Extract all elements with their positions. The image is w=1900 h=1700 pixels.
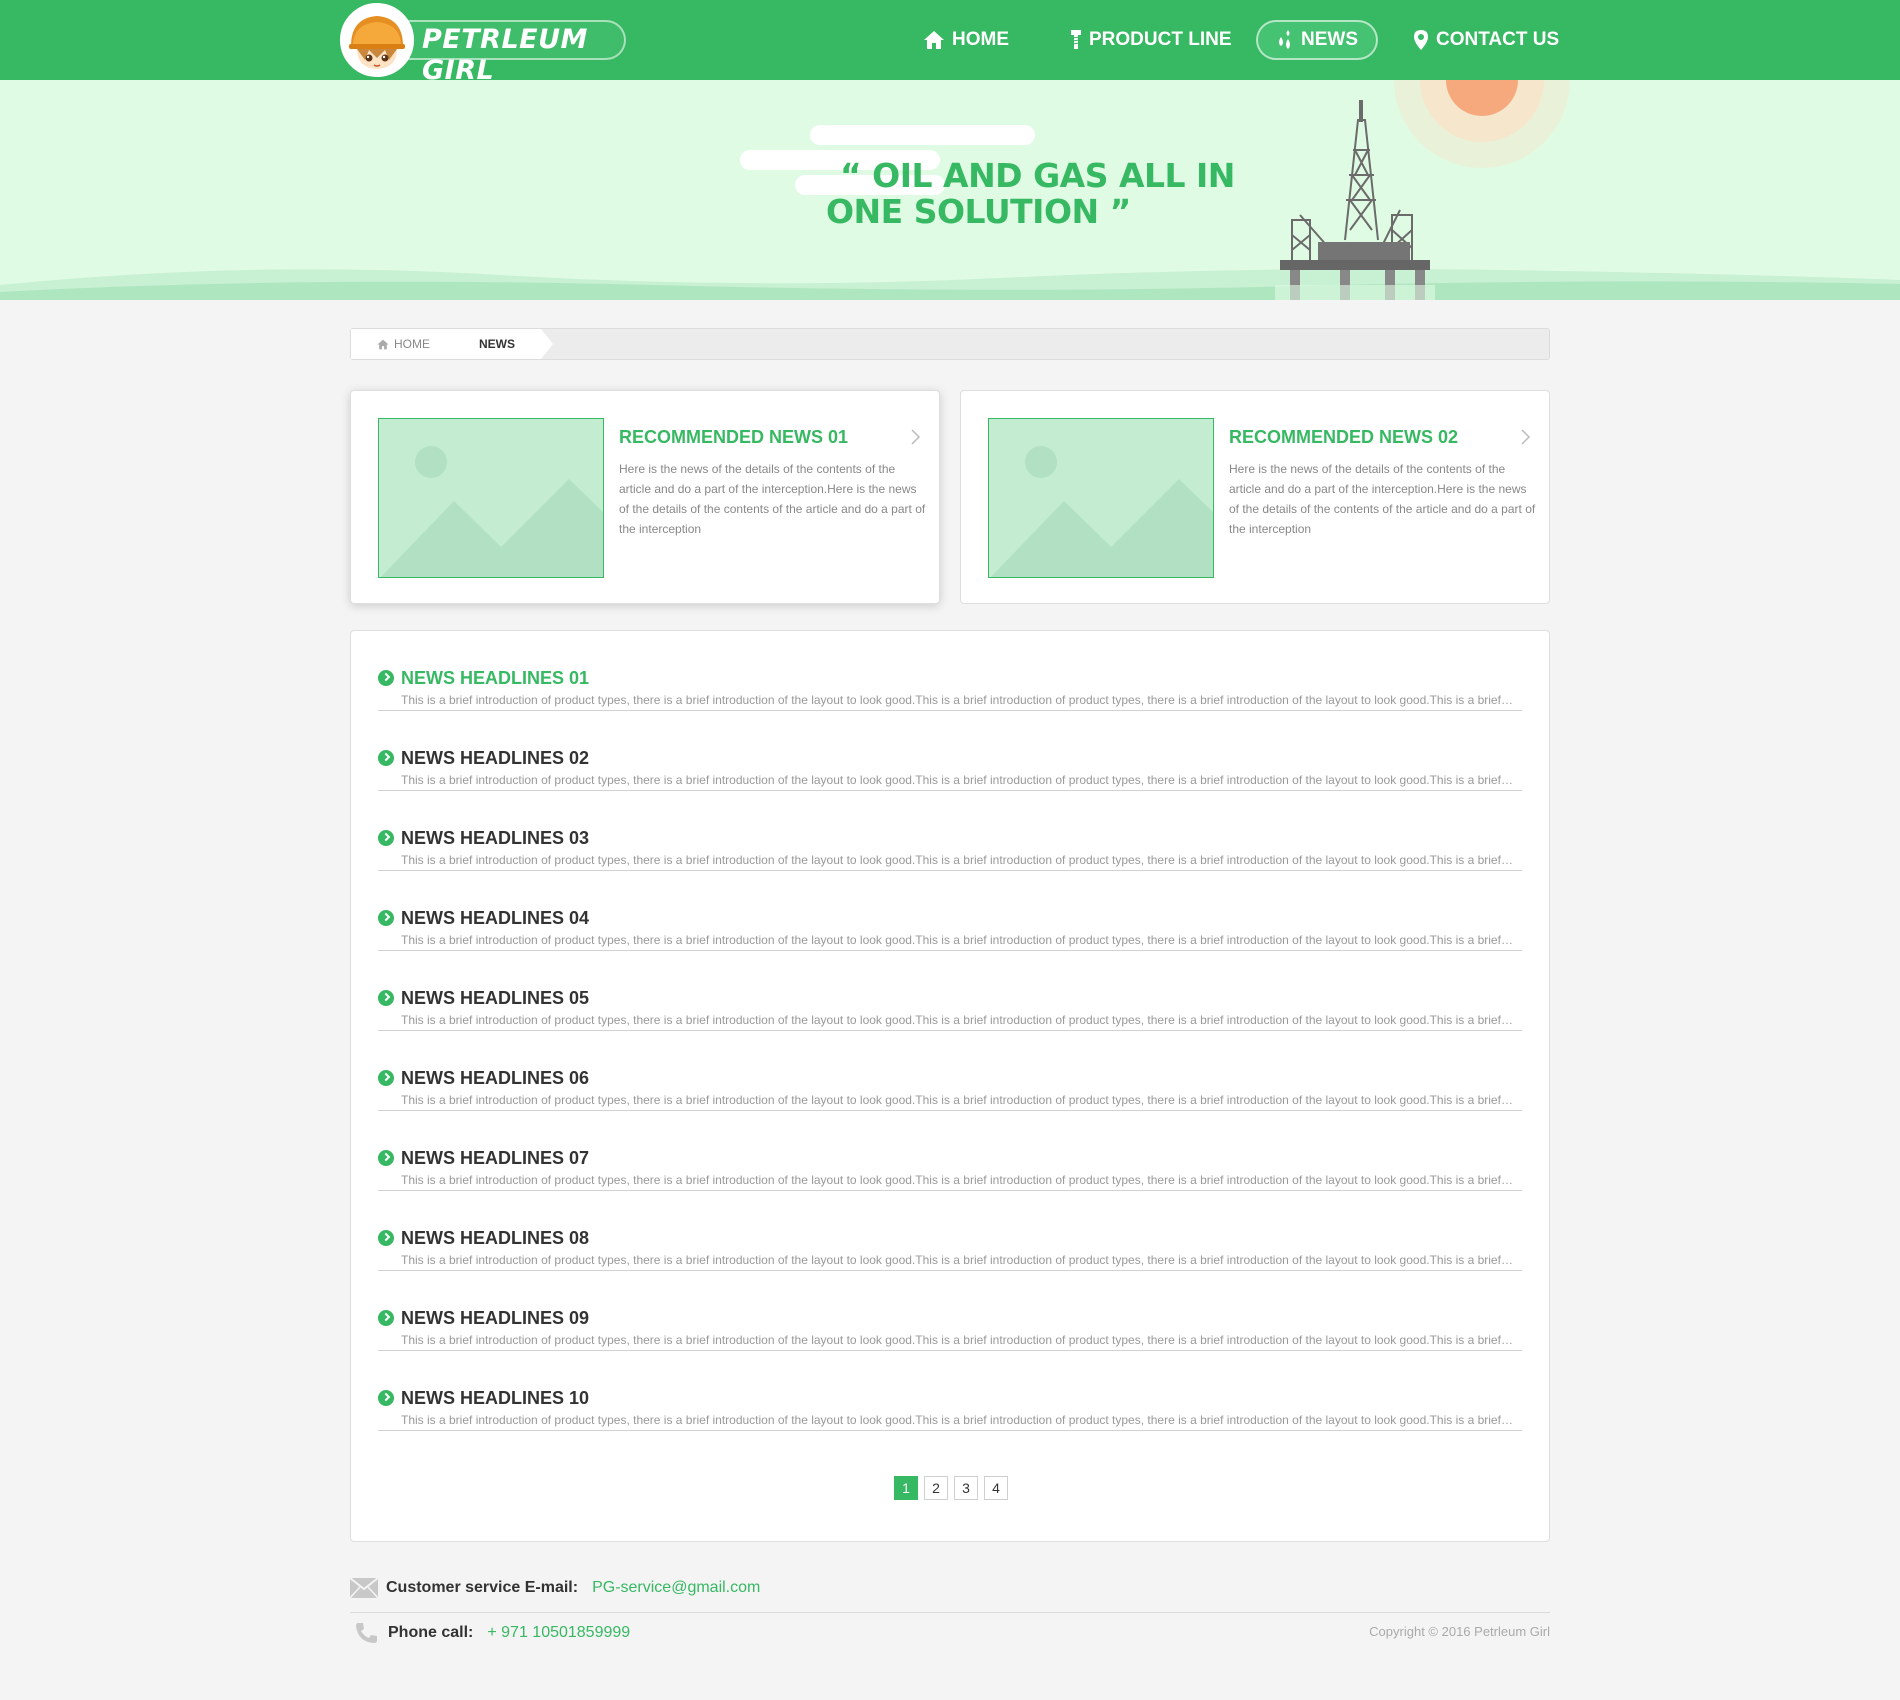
circle-arrow-icon (378, 1230, 394, 1246)
news-headline[interactable]: NEWS HEADLINES 07 (401, 1148, 589, 1169)
news-list-panel: NEWS HEADLINES 01 This is a brief introd… (350, 630, 1550, 1542)
news-list-item[interactable]: NEWS HEADLINES 06 This is a brief introd… (378, 1031, 1522, 1111)
recommended-news-text: Here is the news of the details of the c… (1229, 462, 1536, 536)
footer-phone-row: Phone call: + 971 10501859999 (350, 1622, 630, 1644)
news-list-item[interactable]: NEWS HEADLINES 03 This is a brief introd… (378, 791, 1522, 871)
banner-slogan: “ OIL AND GAS ALL IN ONE SOLUTION ” (826, 156, 1235, 230)
circle-arrow-icon (378, 1390, 394, 1406)
page-button-1[interactable]: 1 (894, 1476, 918, 1500)
footer-divider (350, 1612, 1550, 1613)
news-description: This is a brief introduction of product … (401, 853, 1516, 867)
breadcrumb-home[interactable]: HOME (351, 329, 451, 359)
phone-label: Phone call: (388, 1624, 474, 1641)
pagination: 1 2 3 4 (351, 1476, 1551, 1500)
news-list-item[interactable]: NEWS HEADLINES 09 This is a brief introd… (378, 1271, 1522, 1351)
news-description: This is a brief introduction of product … (401, 933, 1516, 947)
news-headline[interactable]: NEWS HEADLINES 08 (401, 1228, 589, 1249)
news-list-item[interactable]: NEWS HEADLINES 05 This is a brief introd… (378, 951, 1522, 1031)
chevron-right-icon[interactable] (1521, 429, 1531, 445)
news-list-item[interactable]: NEWS HEADLINES 01 This is a brief introd… (378, 631, 1522, 711)
recommended-news-card[interactable]: RECOMMENDED NEWS 02 Here is the news of … (960, 390, 1550, 604)
news-headline[interactable]: NEWS HEADLINES 10 (401, 1388, 589, 1409)
recommended-news-card[interactable]: RECOMMENDED NEWS 01 Here is the news of … (350, 390, 940, 604)
slogan-line-1: “ OIL AND GAS ALL IN (840, 156, 1235, 195)
news-description: This is a brief introduction of product … (401, 1013, 1516, 1027)
breadcrumb-current: NEWS (451, 329, 541, 359)
slogan-line-2: ONE SOLUTION ” (826, 192, 1131, 231)
news-description: This is a brief introduction of product … (401, 773, 1516, 787)
phone-icon (356, 1623, 377, 1643)
news-description: This is a brief introduction of product … (401, 1413, 1516, 1427)
circle-arrow-icon (378, 670, 394, 686)
home-icon (377, 339, 389, 350)
news-list-item[interactable]: NEWS HEADLINES 04 This is a brief introd… (378, 871, 1522, 951)
news-description: This is a brief introduction of product … (401, 693, 1516, 707)
breadcrumb: HOME NEWS (350, 328, 1550, 360)
circle-arrow-icon (378, 830, 394, 846)
recommended-news-text: Here is the news of the details of the c… (619, 462, 926, 536)
news-headline[interactable]: NEWS HEADLINES 06 (401, 1068, 589, 1089)
news-headline[interactable]: NEWS HEADLINES 04 (401, 908, 589, 929)
breadcrumb-end-arrow (541, 329, 553, 359)
chevron-right-icon[interactable] (911, 429, 921, 445)
circle-arrow-icon (378, 1070, 394, 1086)
nav-home[interactable]: HOME (905, 20, 1027, 60)
page-button-2[interactable]: 2 (924, 1476, 948, 1500)
email-link[interactable]: PG-service@gmail.com (592, 1579, 760, 1597)
nav-contact-us-label: CONTACT US (1436, 29, 1560, 50)
home-icon (924, 31, 944, 49)
nav-news[interactable]: NEWS (1256, 20, 1378, 60)
location-pin-icon (1414, 30, 1428, 50)
news-headline[interactable]: NEWS HEADLINES 09 (401, 1308, 589, 1329)
circle-arrow-icon (378, 990, 394, 1006)
nav-news-label: NEWS (1301, 29, 1358, 50)
news-list-item[interactable]: NEWS HEADLINES 02 This is a brief introd… (378, 711, 1522, 791)
droplets-icon (1279, 30, 1290, 49)
envelope-icon (350, 1578, 378, 1598)
brand-logo[interactable]: PETRLEUM GIRL (340, 3, 626, 86)
image-placeholder-icon (988, 418, 1214, 578)
news-list-item[interactable]: NEWS HEADLINES 10 This is a brief introd… (378, 1351, 1522, 1431)
news-list-item[interactable]: NEWS HEADLINES 07 This is a brief introd… (378, 1111, 1522, 1191)
news-headline[interactable]: NEWS HEADLINES 05 (401, 988, 589, 1009)
news-headline[interactable]: NEWS HEADLINES 02 (401, 748, 589, 769)
nav-product-line-label: PRODUCT LINE (1089, 29, 1232, 50)
recommended-news-title[interactable]: RECOMMENDED NEWS 01 (619, 427, 848, 448)
hero-banner: “ OIL AND GAS ALL IN ONE SOLUTION ” (0, 80, 1900, 300)
girl-mascot-icon (340, 3, 414, 77)
news-headline[interactable]: NEWS HEADLINES 03 (401, 828, 589, 849)
phone-number[interactable]: + 971 10501859999 (487, 1624, 630, 1642)
news-description: This is a brief introduction of product … (401, 1173, 1516, 1187)
breadcrumb-current-label: NEWS (479, 337, 515, 351)
copyright-text: Copyright © 2016 Petrleum Girl (1369, 1624, 1550, 1639)
breadcrumb-separator (450, 329, 461, 359)
news-description: This is a brief introduction of product … (401, 1333, 1516, 1347)
circle-arrow-icon (378, 1150, 394, 1166)
news-headline[interactable]: NEWS HEADLINES 01 (401, 668, 589, 689)
nav-product-line[interactable]: PRODUCT LINE (1052, 20, 1250, 60)
footer-email-row: Customer service E-mail: PG-service@gmai… (350, 1578, 760, 1598)
circle-arrow-icon (378, 750, 394, 766)
nav-contact-us[interactable]: CONTACT US (1395, 20, 1577, 60)
circle-arrow-icon (378, 1310, 394, 1326)
top-navigation-bar: PETRLEUM GIRL HOME PRODUCT LINE NEWS CON… (0, 0, 1900, 86)
circle-arrow-icon (378, 910, 394, 926)
recommended-news-title[interactable]: RECOMMENDED NEWS 02 (1229, 427, 1458, 448)
page-button-3[interactable]: 3 (954, 1476, 978, 1500)
image-placeholder-icon (378, 418, 604, 578)
breadcrumb-home-label: HOME (394, 337, 430, 351)
news-list-item[interactable]: NEWS HEADLINES 08 This is a brief introd… (378, 1191, 1522, 1271)
brand-name: PETRLEUM GIRL (422, 24, 588, 86)
email-label: Customer service E-mail: (386, 1579, 579, 1596)
news-description: This is a brief introduction of product … (401, 1093, 1516, 1107)
screw-icon (1071, 30, 1081, 49)
page-button-4[interactable]: 4 (984, 1476, 1008, 1500)
news-description: This is a brief introduction of product … (401, 1253, 1516, 1267)
nav-home-label: HOME (952, 29, 1009, 50)
